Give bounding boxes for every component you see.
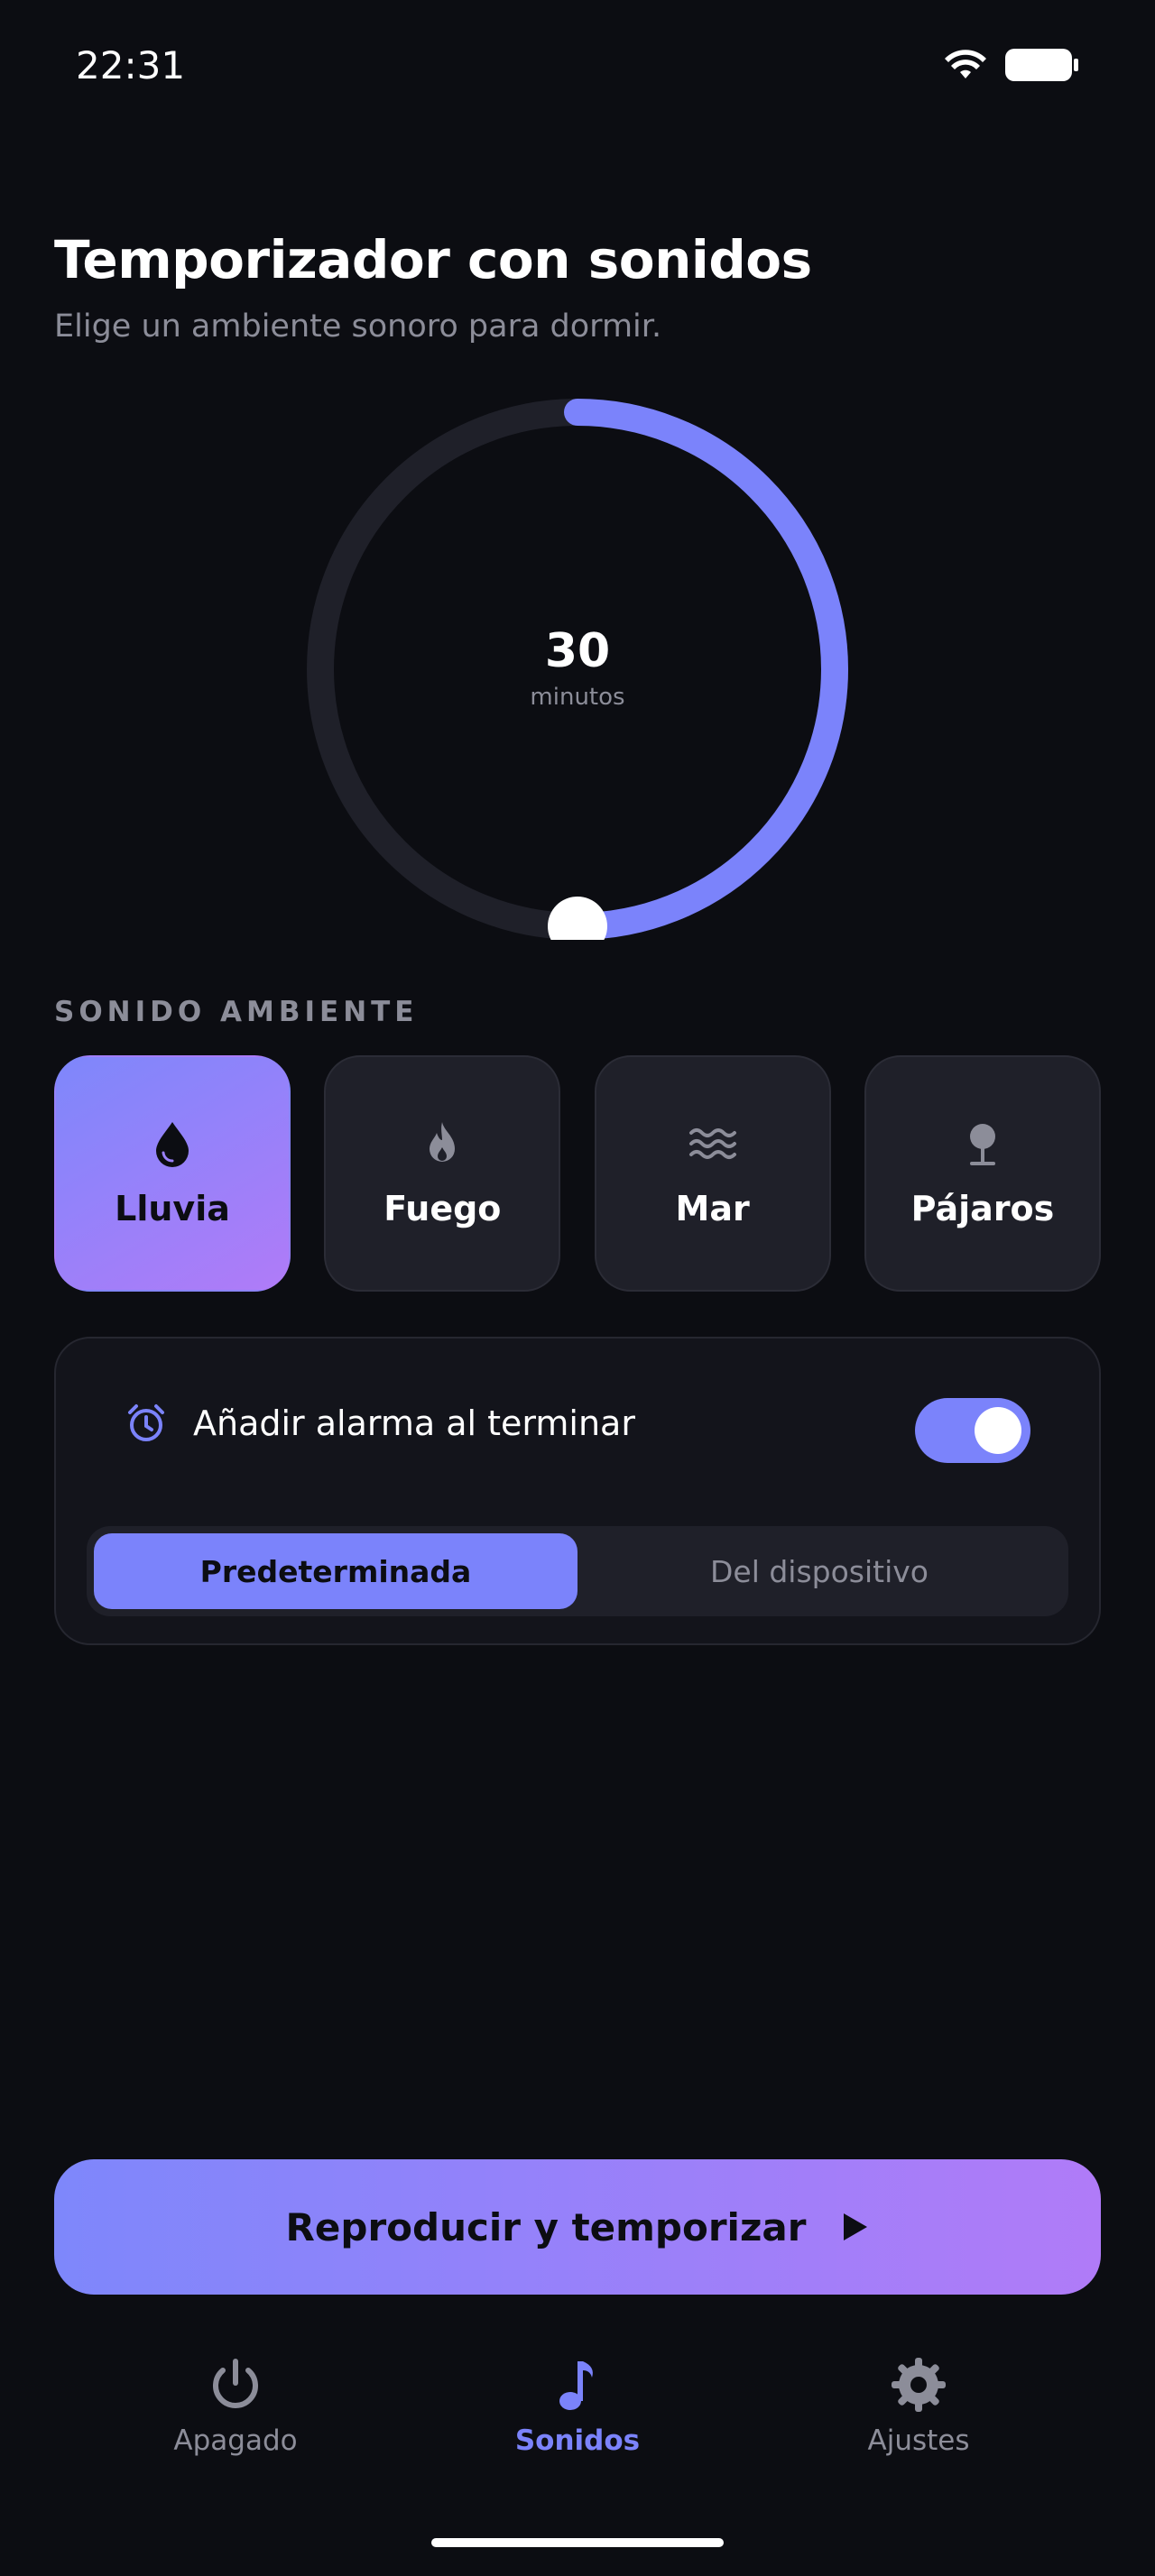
nav-item-sonidos[interactable]: Sonidos xyxy=(460,2356,695,2457)
alarm-toggle[interactable] xyxy=(915,1398,1030,1463)
page-title: Temporizador con sonidos xyxy=(54,229,812,290)
play-and-timer-button[interactable]: Reproducir y temporizar xyxy=(54,2159,1101,2295)
section-label-ambient: SONIDO AMBIENTE xyxy=(54,996,419,1028)
play-button-label: Reproducir y temporizar xyxy=(285,2204,807,2249)
play-icon xyxy=(844,2213,868,2240)
status-time: 22:31 xyxy=(76,43,186,87)
page-subtitle: Elige un ambiente sonoro para dormir. xyxy=(54,308,662,345)
sound-tiles: Lluvia Fuego Mar Pájaros xyxy=(54,1055,1101,1293)
option-del-dispositivo[interactable]: Del dispositivo xyxy=(578,1533,1061,1609)
sound-tile-label: Mar xyxy=(675,1189,750,1228)
timer-handle[interactable] xyxy=(548,897,607,940)
status-icons xyxy=(944,47,1079,83)
gear-icon xyxy=(892,2358,946,2412)
sound-tile-pajaros[interactable]: Pájaros xyxy=(864,1055,1101,1292)
music-note-icon xyxy=(559,2361,593,2410)
nav-item-ajustes[interactable]: Ajustes xyxy=(801,2356,1036,2457)
sound-tile-label: Lluvia xyxy=(115,1189,230,1228)
sound-tile-label: Pájaros xyxy=(910,1189,1055,1228)
option-predeterminada[interactable]: Predeterminada xyxy=(94,1533,578,1609)
toggle-knob xyxy=(975,1407,1021,1454)
nav-label: Ajustes xyxy=(867,2424,970,2457)
alarm-sound-selector: Predeterminada Del dispositivo xyxy=(87,1526,1068,1616)
alarm-label: Añadir alarma al terminar xyxy=(193,1403,635,1443)
sound-tile-mar[interactable]: Mar xyxy=(594,1055,831,1292)
bottom-nav: Apagado Sonidos Ajustes xyxy=(0,2356,1155,2473)
timer-dial[interactable] xyxy=(307,399,848,940)
raindrop-icon xyxy=(156,1122,189,1167)
nav-label: Apagado xyxy=(173,2424,298,2457)
timer-progress-arc xyxy=(564,399,848,940)
alarm-clock-icon xyxy=(128,1404,164,1441)
nav-label: Sonidos xyxy=(514,2424,641,2457)
nav-item-apagado[interactable]: Apagado xyxy=(118,2356,353,2457)
wifi-icon xyxy=(945,50,986,78)
power-icon xyxy=(213,2359,258,2408)
battery-icon xyxy=(1005,49,1078,81)
tree-icon xyxy=(969,1124,995,1165)
home-indicator xyxy=(431,2538,724,2547)
flame-icon xyxy=(430,1122,456,1162)
sound-tile-lluvia[interactable]: Lluvia xyxy=(54,1055,291,1292)
alarm-row: Añadir alarma al terminar xyxy=(125,1402,635,1445)
sound-tile-label: Fuego xyxy=(383,1189,502,1228)
sound-tile-fuego[interactable]: Fuego xyxy=(324,1055,561,1292)
waves-icon xyxy=(688,1128,736,1159)
